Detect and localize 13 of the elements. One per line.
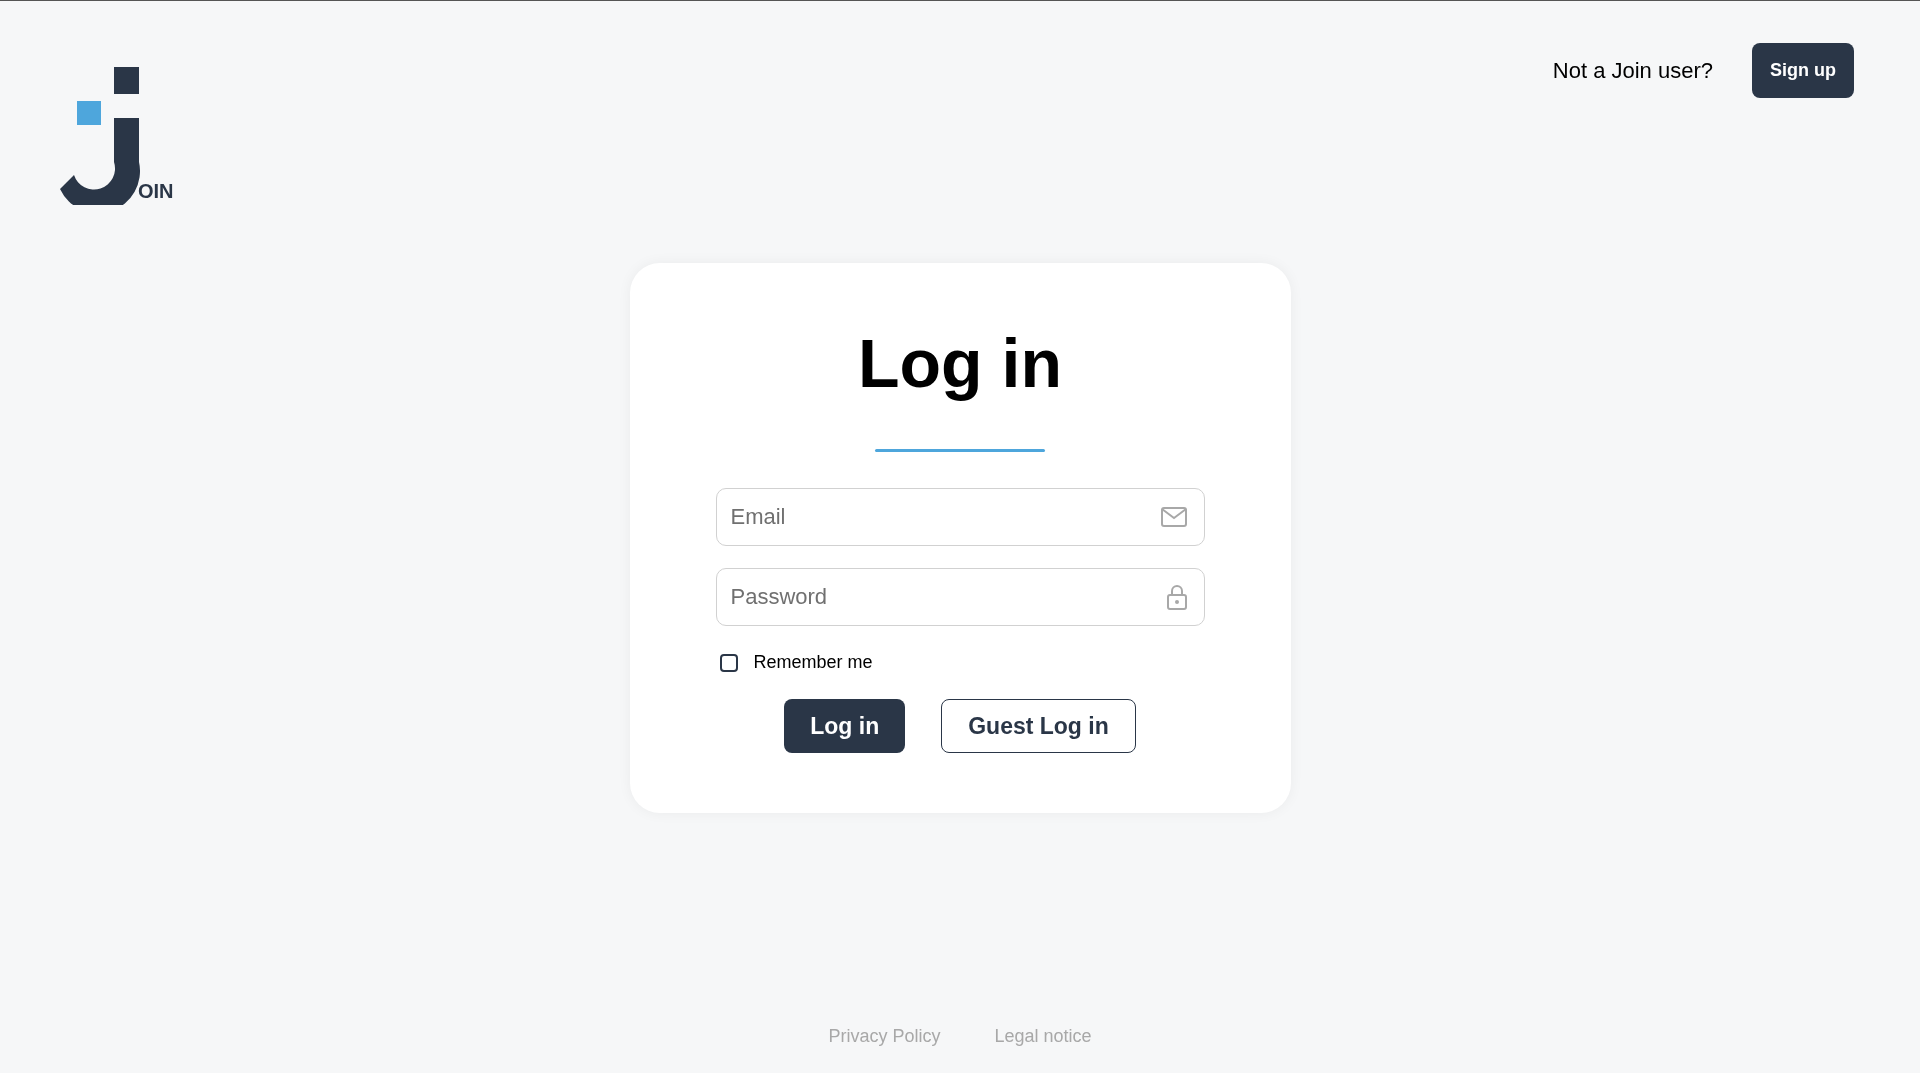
password-field[interactable]: Password	[715, 568, 1205, 626]
signup-prompt: Not a Join user?	[1552, 57, 1713, 84]
lock-icon	[1166, 584, 1187, 610]
logo-text: OIN	[138, 180, 174, 202]
remember-checkbox[interactable]	[719, 653, 738, 672]
login-button[interactable]: Log in	[784, 699, 906, 753]
remember-label: Remember me	[753, 652, 873, 673]
signup-button[interactable]: Sign up	[1752, 43, 1854, 98]
mail-icon	[1160, 507, 1187, 527]
logo-icon	[60, 67, 140, 205]
email-field[interactable]: Email	[715, 488, 1205, 546]
guest-login-button[interactable]: Guest Log in	[941, 699, 1136, 753]
login-title: Log in	[858, 324, 1062, 403]
